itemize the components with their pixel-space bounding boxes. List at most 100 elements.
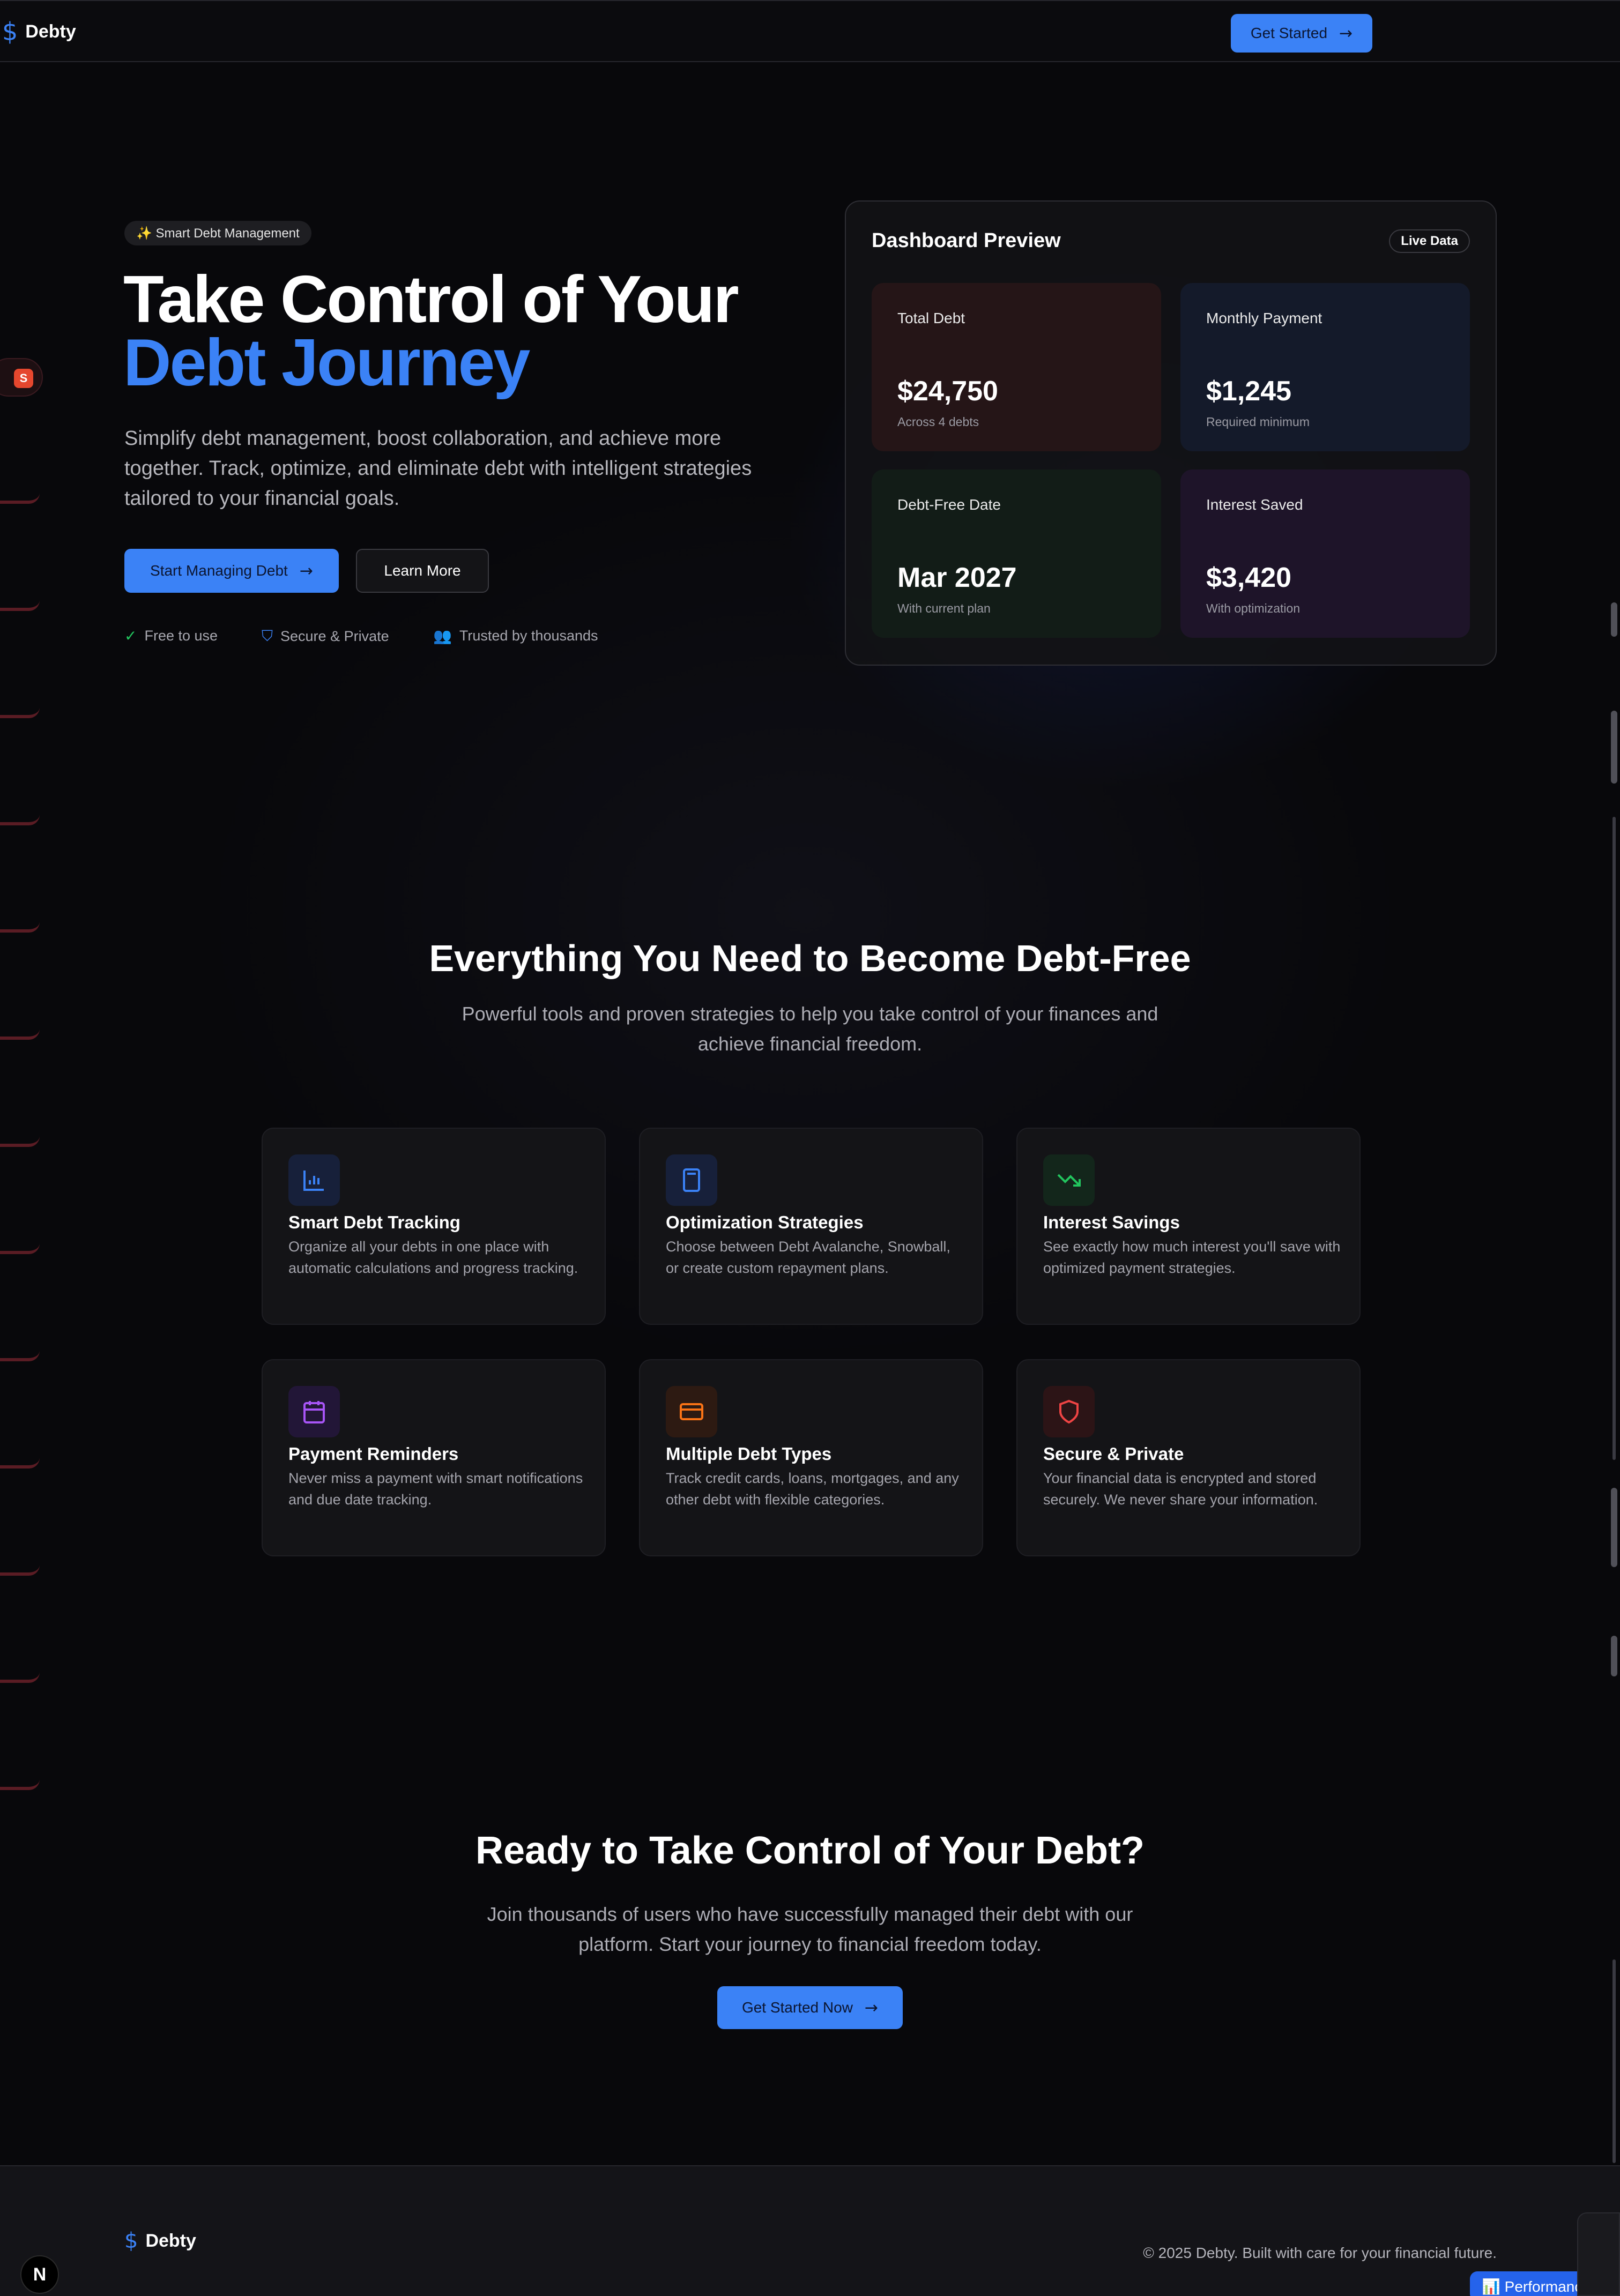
- stat-value: $3,420: [1206, 562, 1292, 593]
- live-data-badge: Live Data: [1389, 229, 1470, 253]
- dashboard-preview-card: Dashboard Preview Live Data Total Debt $…: [845, 200, 1497, 666]
- credit-card-icon: [666, 1386, 717, 1437]
- trust-item-secure: ⛉ Secure & Private: [262, 627, 389, 645]
- edge-decoration-mark: [0, 493, 40, 504]
- scroll-marker: [1611, 1636, 1617, 1676]
- edge-decoration-mark: [0, 1243, 40, 1254]
- trust-item-free: ✓ Free to use: [124, 627, 218, 645]
- learn-more-button[interactable]: Learn More: [356, 549, 489, 593]
- get-started-label: Get Started: [1250, 25, 1328, 41]
- stat-value: $24,750: [897, 376, 998, 407]
- footer-logo[interactable]: $ Debty: [124, 2228, 196, 2253]
- arrow-right-icon: →: [299, 561, 313, 580]
- bar-chart-icon: [288, 1154, 340, 1206]
- brand-logo[interactable]: $ Debty: [2, 17, 76, 46]
- edge-decoration-mark: [0, 1779, 40, 1790]
- cta-title: Ready to Take Control of Your Debt?: [475, 1829, 1145, 1872]
- trust-label: Trusted by thousands: [459, 628, 598, 644]
- floating-extension-tab[interactable]: S: [0, 358, 43, 397]
- hero-title: Take Control of Your Debt Journey: [123, 263, 739, 400]
- edge-decoration-mark: [0, 1029, 40, 1040]
- feature-card-debt-types: Multiple Debt Types Track credit cards, …: [639, 1359, 983, 1556]
- edge-decoration-mark: [0, 600, 40, 611]
- feature-desc: Never miss a payment with smart notifica…: [288, 1470, 583, 1508]
- feature-desc: Track credit cards, loans, mortgages, an…: [666, 1470, 959, 1508]
- trust-item-trusted: 👥 Trusted by thousands: [433, 627, 598, 645]
- hero-title-line2: Debt Journey: [123, 326, 530, 400]
- top-navbar: $ Debty Get Started →: [0, 0, 1620, 62]
- footer: $ Debty © 2025 Debty. Built with care fo…: [0, 2165, 1620, 2296]
- stat-note: With optimization: [1206, 601, 1301, 615]
- feature-title: Multiple Debt Types: [666, 1444, 832, 1464]
- get-started-now-button[interactable]: Get Started Now →: [717, 1986, 903, 2029]
- feature-desc: Your financial data is encrypted and sto…: [1043, 1470, 1318, 1508]
- start-managing-debt-label: Start Managing Debt: [150, 562, 288, 579]
- copyright-text: © 2025 Debty. Built with care for your f…: [1143, 2245, 1497, 2261]
- nextjs-dev-badge[interactable]: N: [20, 2255, 59, 2294]
- get-started-button[interactable]: Get Started →: [1231, 14, 1372, 53]
- hero-badge: ✨ Smart Debt Management: [124, 221, 311, 245]
- scroll-marker: [1611, 602, 1617, 637]
- arrow-right-icon: →: [1339, 24, 1353, 43]
- edge-decoration-mark: [0, 1565, 40, 1576]
- feature-card-interest: Interest Savings See exactly how much in…: [1016, 1128, 1361, 1325]
- trending-down-icon: [1043, 1154, 1095, 1206]
- edge-decoration-mark: [0, 1136, 40, 1147]
- feature-title: Smart Debt Tracking: [288, 1212, 460, 1232]
- feature-title: Interest Savings: [1043, 1212, 1180, 1232]
- feature-title: Secure & Private: [1043, 1444, 1184, 1464]
- check-circle-icon: ✓: [124, 627, 137, 645]
- stat-total-debt: Total Debt $24,750 Across 4 debts: [872, 283, 1161, 451]
- feature-card-tracking: Smart Debt Tracking Organize all your de…: [262, 1128, 606, 1325]
- scroll-track-segment: [1612, 1959, 1616, 2163]
- hero-subtitle: Simplify debt management, boost collabor…: [124, 427, 752, 510]
- stat-value: Mar 2027: [897, 562, 1017, 593]
- scroll-track-segment: [1612, 817, 1616, 1460]
- edge-decoration-mark: [0, 1672, 40, 1683]
- calendar-icon: [288, 1386, 340, 1437]
- stat-debt-free-date: Debt-Free Date Mar 2027 With current pla…: [872, 469, 1161, 638]
- feature-desc: Choose between Debt Avalanche, Snowball,…: [666, 1239, 950, 1276]
- footer-brand-name: Debty: [145, 2230, 196, 2251]
- trust-label: Secure & Private: [280, 628, 389, 644]
- feature-desc: See exactly how much interest you'll sav…: [1043, 1239, 1341, 1276]
- shield-icon: [1043, 1386, 1095, 1437]
- dollar-icon: $: [2, 17, 18, 46]
- start-managing-debt-button[interactable]: Start Managing Debt →: [124, 549, 339, 593]
- stat-note: With current plan: [897, 601, 991, 615]
- edge-decoration-mark: [0, 1458, 40, 1468]
- trust-label: Free to use: [144, 628, 218, 644]
- shield-icon: ⛉: [262, 627, 273, 645]
- scroll-marker: [1611, 1488, 1617, 1567]
- stat-monthly-payment: Monthly Payment $1,245 Required minimum: [1180, 283, 1470, 451]
- feature-title: Optimization Strategies: [666, 1212, 864, 1232]
- stat-label: Monthly Payment: [1206, 310, 1322, 326]
- edge-decoration-mark: [0, 815, 40, 825]
- feature-card-reminders: Payment Reminders Never miss a payment w…: [262, 1359, 606, 1556]
- stat-note: Across 4 debts: [897, 415, 979, 429]
- get-started-now-label: Get Started Now: [741, 1999, 853, 2016]
- stat-value: $1,245: [1206, 376, 1292, 407]
- calculator-icon: [666, 1154, 717, 1206]
- extension-icon: S: [14, 369, 33, 388]
- edge-decoration-mark: [0, 1351, 40, 1361]
- edge-decoration-mark: [0, 707, 40, 718]
- hero-title-line1: Take Control of Your: [123, 263, 739, 337]
- dollar-icon: $: [124, 2228, 138, 2253]
- stat-label: Debt-Free Date: [897, 496, 1001, 513]
- users-icon: 👥: [433, 627, 452, 645]
- feature-card-optimization: Optimization Strategies Choose between D…: [639, 1128, 983, 1325]
- edge-decoration-mark: [0, 922, 40, 933]
- arrow-right-icon: →: [864, 1998, 879, 2017]
- feature-title: Payment Reminders: [288, 1444, 459, 1464]
- stat-note: Required minimum: [1206, 415, 1310, 429]
- feature-card-secure: Secure & Private Your financial data is …: [1016, 1359, 1361, 1556]
- scroll-marker: [1611, 711, 1617, 784]
- dashboard-title: Dashboard Preview: [872, 229, 1061, 252]
- corner-panel-tab[interactable]: [1577, 2212, 1620, 2296]
- features-title: Everything You Need to Become Debt-Free: [429, 937, 1191, 979]
- features-subtitle: Powerful tools and proven strategies to …: [462, 1003, 1158, 1055]
- cta-subtitle: Join thousands of users who have success…: [487, 1903, 1133, 1955]
- stat-label: Total Debt: [897, 310, 965, 326]
- stat-interest-saved: Interest Saved $3,420 With optimization: [1180, 469, 1470, 638]
